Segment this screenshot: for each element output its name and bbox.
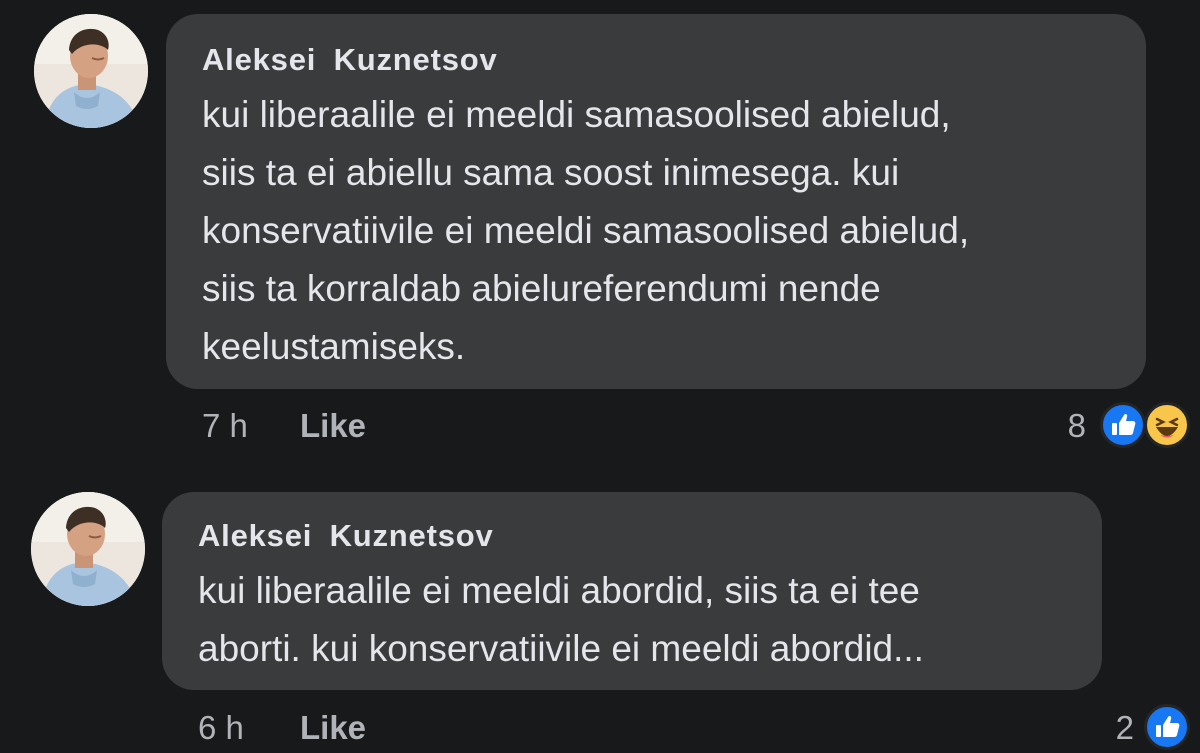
reactions-summary[interactable]: 2 (1098, 702, 1196, 750)
comments-thread: Aleksei Kuznetsov kui liberaalile ei mee… (0, 0, 1200, 753)
comment-text-line: kui liberaalile ei meeldi samasoolised a… (202, 94, 951, 135)
comment-bubble: Aleksei Kuznetsov kui liberaalile ei mee… (162, 492, 1102, 690)
comment-timestamp[interactable]: 6 h (198, 708, 244, 748)
avatar[interactable] (31, 492, 145, 606)
comment-text-line: siis ta ei abiellu sama soost inimesega.… (202, 152, 900, 193)
comment-meta: 7 h Like (202, 406, 602, 446)
comment-text-line: konservatiivile ei meeldi samasoolised a… (202, 210, 970, 251)
like-icon (1144, 704, 1190, 750)
comment-meta: 6 h Like (198, 708, 598, 748)
comment-text-line: aborti. kui konservatiivile ei meeldi ab… (198, 628, 924, 669)
avatar-photo (31, 492, 145, 606)
avatar-photo (34, 14, 148, 128)
comment-author[interactable]: Aleksei Kuznetsov (198, 518, 494, 554)
haha-icon (1144, 402, 1190, 448)
comment-author[interactable]: Aleksei Kuznetsov (202, 42, 498, 78)
comment-text-line: keelustamiseks. (202, 326, 466, 367)
reactions-summary[interactable]: 8 (1050, 400, 1196, 448)
like-button[interactable]: Like (300, 708, 366, 748)
reaction-count: 8 (1067, 407, 1086, 444)
comment-text: kui liberaalile ei meeldi samasoolised a… (202, 86, 969, 376)
comment-timestamp[interactable]: 7 h (202, 406, 248, 446)
comment-text: kui liberaalile ei meeldi abordid, siis … (198, 562, 924, 678)
reaction-count: 2 (1115, 709, 1134, 746)
avatar[interactable] (34, 14, 148, 128)
comment: Aleksei Kuznetsov kui liberaalile ei mee… (0, 0, 1200, 460)
comment-text-line: siis ta korraldab abielureferendumi nend… (202, 268, 881, 309)
like-button[interactable]: Like (300, 406, 366, 446)
like-icon (1100, 402, 1146, 448)
comment: Aleksei Kuznetsov kui liberaalile ei mee… (0, 480, 1200, 753)
comment-bubble: Aleksei Kuznetsov kui liberaalile ei mee… (166, 14, 1146, 389)
comment-text-line: kui liberaalile ei meeldi abordid, siis … (198, 570, 920, 611)
